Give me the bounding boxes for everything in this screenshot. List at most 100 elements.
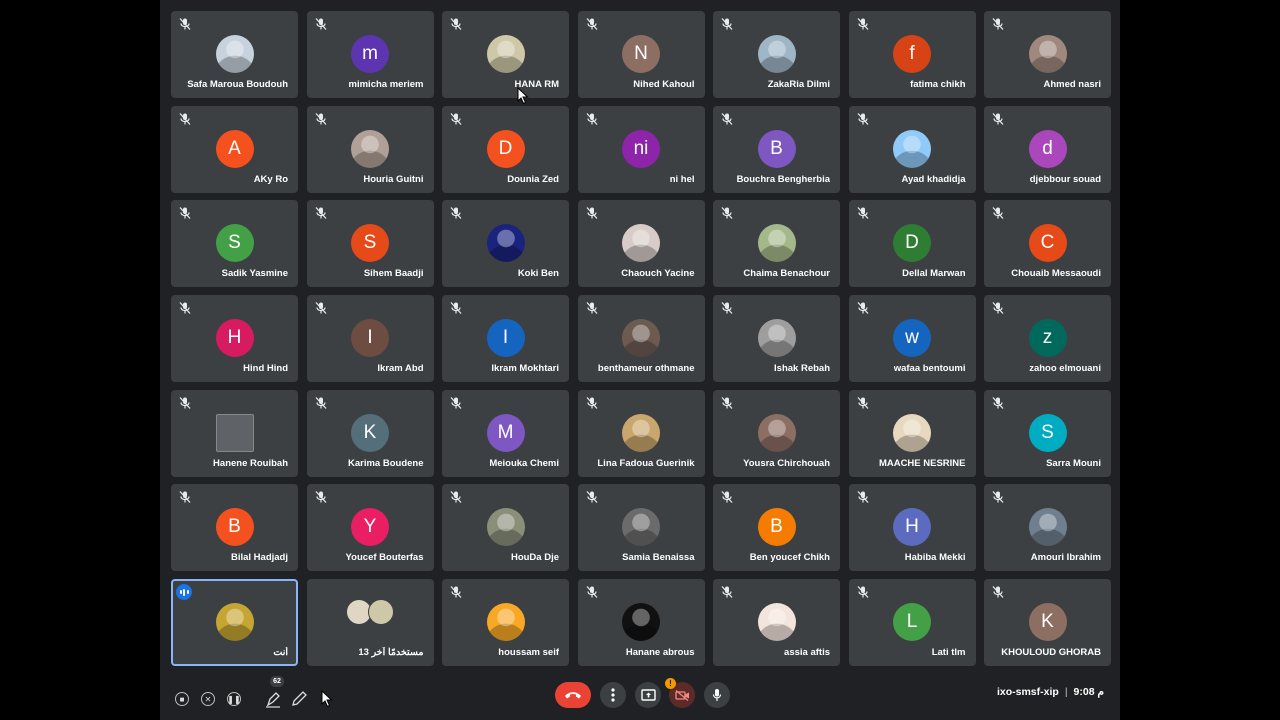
participant-tile[interactable]: assia aftis xyxy=(713,579,840,667)
microphone-button[interactable] xyxy=(704,682,730,708)
participant-tile[interactable]: C Chouaib Messaoudi xyxy=(984,200,1111,288)
participant-tile[interactable]: D Dounia Zed xyxy=(442,105,569,193)
avatar-initial: m xyxy=(351,35,389,73)
meeting-code[interactable]: ixo-smsf-xip xyxy=(997,686,1059,698)
avatar-initial: I xyxy=(486,319,525,358)
participant-tile[interactable]: H Hind Hind xyxy=(171,295,298,383)
mic-off-icon xyxy=(585,585,599,599)
participant-name: Meiouka Chemi xyxy=(489,457,559,469)
avatar-initial: M xyxy=(486,413,525,452)
participant-tile[interactable]: I Ikram Abd xyxy=(306,295,434,383)
meet-stage: Safa Maroua Boudouh m mimicha meriem HANA R… xyxy=(160,0,1120,720)
participant-grid: Safa Maroua Boudouh m mimicha meriem HANA R… xyxy=(171,11,1111,667)
participant-tile[interactable]: K KHOULOUD GHORAB xyxy=(984,579,1111,667)
participant-tile[interactable]: z zahoo elmouani xyxy=(984,295,1111,383)
more-options-button[interactable] xyxy=(600,682,626,708)
mic-off-icon xyxy=(449,206,463,220)
participant-tile[interactable]: ZakaRia Dilmi xyxy=(713,11,840,98)
mic-off-icon xyxy=(314,396,328,410)
present-now-button[interactable] xyxy=(635,682,661,708)
participant-tile[interactable]: B Ben youcef Chikh xyxy=(713,484,840,572)
stop-icon[interactable]: ■ xyxy=(175,692,189,706)
highlighter-icon[interactable] xyxy=(265,690,281,708)
leave-call-button[interactable] xyxy=(555,682,591,708)
avatar-initial: S xyxy=(351,224,389,263)
participant-tile[interactable]: Ayad khadidja xyxy=(848,105,976,193)
mic-off-icon xyxy=(178,301,192,315)
pause-icon[interactable]: ❚❚ xyxy=(227,692,241,706)
participant-tile[interactable]: Koki Ben xyxy=(442,200,569,288)
avatar-photo xyxy=(893,129,931,168)
mic-off-icon xyxy=(991,301,1005,315)
pencil-icon[interactable] xyxy=(291,690,307,708)
participant-tile[interactable]: Samia Benaissa xyxy=(577,484,705,572)
participant-tile[interactable]: Yousra Chirchouah xyxy=(713,389,840,477)
participant-tile[interactable]: S Sadik Yasmine xyxy=(171,200,298,288)
participant-tile[interactable]: B Bilal Hadjadj xyxy=(171,484,298,572)
mic-off-icon xyxy=(449,301,463,315)
participant-name: Ben youcef Chikh xyxy=(749,552,830,564)
participant-tile[interactable]: Amouri Ibrahim xyxy=(984,484,1111,572)
avatar-photo xyxy=(757,603,796,642)
participant-tile[interactable]: B Bouchra Bengherbia xyxy=(713,105,840,193)
participant-tile[interactable]: N Nihed Kahoul xyxy=(577,11,705,98)
avatar-photo xyxy=(622,603,660,642)
close-icon[interactable]: ✕ xyxy=(201,692,215,706)
participant-tile[interactable]: Chaima Benachour xyxy=(713,200,840,288)
participant-tile[interactable]: M Meiouka Chemi xyxy=(442,389,569,477)
participant-tile[interactable]: MAACHE NESRINE xyxy=(848,389,976,477)
mic-off-icon xyxy=(720,206,734,220)
participant-tile[interactable]: S Sihem Baadji xyxy=(306,200,434,288)
participant-tile[interactable]: H Habiba Mekki xyxy=(848,484,976,572)
camera-toggle-button[interactable]: ! xyxy=(665,678,695,708)
avatar-initial: S xyxy=(1028,413,1067,452)
avatar-photo xyxy=(486,603,525,642)
participant-tile[interactable]: f fatima chikh xyxy=(848,11,976,98)
participant-tile[interactable]: أنت xyxy=(171,579,298,667)
participant-tile[interactable]: w wafaa bentoumi xyxy=(848,295,976,383)
participant-tile[interactable]: Hanane abrous xyxy=(577,579,705,667)
participant-tile[interactable]: A AKy Ro xyxy=(171,105,298,193)
participant-tile[interactable]: Ahmed nasri xyxy=(984,11,1111,98)
participant-tile[interactable]: S Sarra Mouni xyxy=(984,389,1111,477)
avatar-photo xyxy=(486,35,525,73)
participant-name: Amouri Ibrahim xyxy=(1030,552,1101,564)
participant-tile[interactable]: 13 مستخدمًا آخر xyxy=(306,579,434,667)
participant-tile[interactable]: Y Youcef Bouterfas xyxy=(306,484,434,572)
avatar-initial: w xyxy=(893,319,931,358)
participant-tile[interactable]: houssam seif xyxy=(442,579,569,667)
mic-off-icon xyxy=(991,206,1005,220)
participant-tile[interactable]: HANA RM xyxy=(442,11,569,98)
mic-off-icon xyxy=(449,112,463,126)
speaking-indicator-icon xyxy=(176,584,192,601)
mic-off-icon xyxy=(856,17,870,31)
participant-name: Ishak Rebah xyxy=(774,363,830,375)
participant-tile[interactable]: L Lati tlm xyxy=(848,579,976,667)
participant-tile[interactable]: Lina Fadoua Guerinik xyxy=(577,389,705,477)
participant-tile[interactable]: HouDa Dje xyxy=(442,484,569,572)
mic-off-icon xyxy=(991,396,1005,410)
avatar-photo xyxy=(215,603,254,642)
avatar-photo xyxy=(215,413,254,452)
mic-off-icon xyxy=(720,112,734,126)
participant-tile[interactable]: K Karima Boudene xyxy=(306,389,434,477)
participant-tile[interactable]: D Dellal Marwan xyxy=(848,200,976,288)
participant-name: Dounia Zed xyxy=(507,173,559,185)
participant-tile[interactable]: Ishak Rebah xyxy=(713,295,840,383)
participant-tile[interactable]: Houria Guitni xyxy=(306,105,434,193)
participant-tile[interactable]: ni ni hel xyxy=(577,105,705,193)
mic-off-icon xyxy=(856,206,870,220)
participant-tile[interactable]: d djebbour souad xyxy=(984,105,1111,193)
mic-off-icon xyxy=(449,396,463,410)
mic-off-icon xyxy=(585,206,599,220)
participant-tile[interactable]: Safa Maroua Boudouh xyxy=(171,11,298,98)
participant-tile[interactable]: Chaouch Yacine xyxy=(577,200,705,288)
participant-name: Hanene Rouibah xyxy=(213,457,288,469)
mic-off-icon xyxy=(856,112,870,126)
participant-tile[interactable]: benthameur othmane xyxy=(577,295,705,383)
participant-name: Chaouch Yacine xyxy=(621,268,695,280)
participant-tile[interactable]: I Ikram Mokhtari xyxy=(442,295,569,383)
participant-tile[interactable]: Hanene Rouibah xyxy=(171,389,298,477)
mic-off-icon xyxy=(178,206,192,220)
participant-tile[interactable]: m mimicha meriem xyxy=(306,11,434,98)
